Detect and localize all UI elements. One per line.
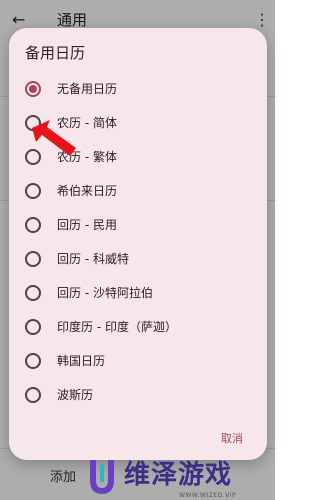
option-persian[interactable]: 波斯历 <box>9 378 267 412</box>
radio-button[interactable] <box>25 183 41 199</box>
option-label: 回历 - 科威特 <box>57 252 129 266</box>
radio-button[interactable] <box>25 285 41 301</box>
radio-button[interactable] <box>25 387 41 403</box>
radio-button[interactable] <box>25 319 41 335</box>
option-hijri-civil[interactable]: 回历 - 民用 <box>9 208 267 242</box>
option-label: 韩国日历 <box>57 354 106 368</box>
watermark-url: WWW.WIZED.VIP <box>179 492 237 499</box>
cancel-button[interactable]: 取消 <box>217 428 247 448</box>
watermark-name: 维泽游戏 <box>124 460 233 490</box>
option-hijri-saudi[interactable]: 回历 - 沙特阿拉伯 <box>9 276 267 310</box>
option-label: 回历 - 民用 <box>57 218 117 232</box>
option-korean[interactable]: 韩国日历 <box>9 344 267 378</box>
option-label: 波斯历 <box>57 388 94 402</box>
radio-button[interactable] <box>25 251 41 267</box>
dialog-title: 备用日历 <box>25 44 86 62</box>
radio-button[interactable] <box>25 353 41 369</box>
radio-button[interactable] <box>25 81 41 97</box>
red-arrow-annotation-icon <box>32 120 76 156</box>
option-indian-saka[interactable]: 印度历 - 印度（萨迦） <box>9 310 267 344</box>
option-hijri-kuwait[interactable]: 回历 - 科威特 <box>9 242 267 276</box>
option-label: 无备用日历 <box>57 82 118 96</box>
watermark-banner: 维泽游戏 WWW.WIZED.VIP <box>78 452 275 500</box>
option-label: 印度历 - 印度（萨迦） <box>57 320 177 334</box>
option-label: 希伯来日历 <box>57 184 118 198</box>
watermark-logo-icon <box>90 460 114 494</box>
alternate-calendar-dialog: 备用日历 无备用日历 农历 - 简体 农历 - 繁体 希伯来日历 回历 - 民用… <box>9 28 267 460</box>
radio-button[interactable] <box>25 217 41 233</box>
option-hebrew[interactable]: 希伯来日历 <box>9 174 267 208</box>
option-label: 回历 - 沙特阿拉伯 <box>57 286 153 300</box>
option-none[interactable]: 无备用日历 <box>9 72 267 106</box>
